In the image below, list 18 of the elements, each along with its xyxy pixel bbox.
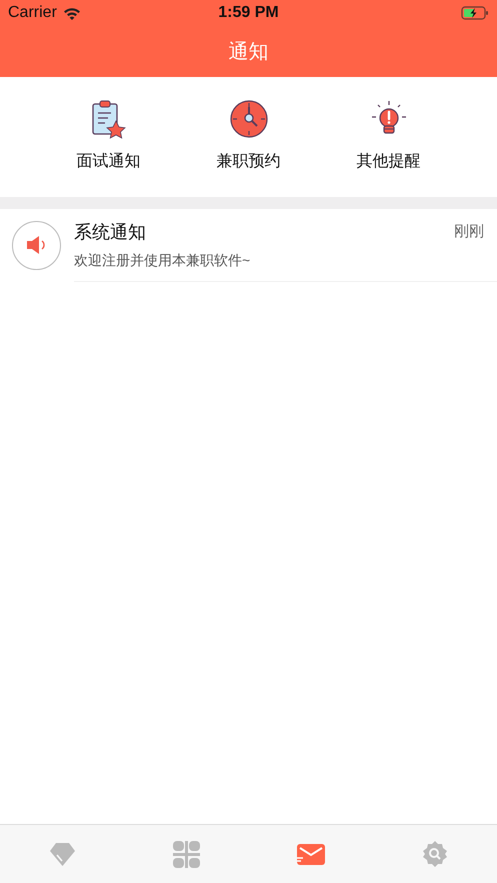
- settings-icon: [422, 841, 448, 867]
- notification-title: 系统通知: [74, 220, 146, 244]
- status-time: 1:59 PM: [218, 4, 279, 22]
- diamond-icon: [48, 842, 76, 866]
- clock-search-icon: [230, 98, 268, 138]
- category-button[interactable]: 面试通知: [58, 98, 158, 176]
- category-button[interactable]: 兼职预约: [198, 98, 298, 176]
- battery-icon: [461, 6, 489, 20]
- grid-icon: [172, 840, 200, 868]
- mail-icon: [296, 844, 325, 864]
- speaker-icon: [26, 235, 48, 255]
- notification-message: 欢迎注册并使用本兼职软件~: [74, 252, 252, 270]
- clipboard-star-icon: [92, 98, 126, 138]
- nav-title: 通知: [228, 40, 268, 65]
- category-button[interactable]: 其他提醒: [338, 98, 438, 176]
- carrier-name: Carrier: [8, 4, 57, 22]
- notification-time: 刚刚: [454, 222, 484, 241]
- wifi-icon: [62, 6, 81, 20]
